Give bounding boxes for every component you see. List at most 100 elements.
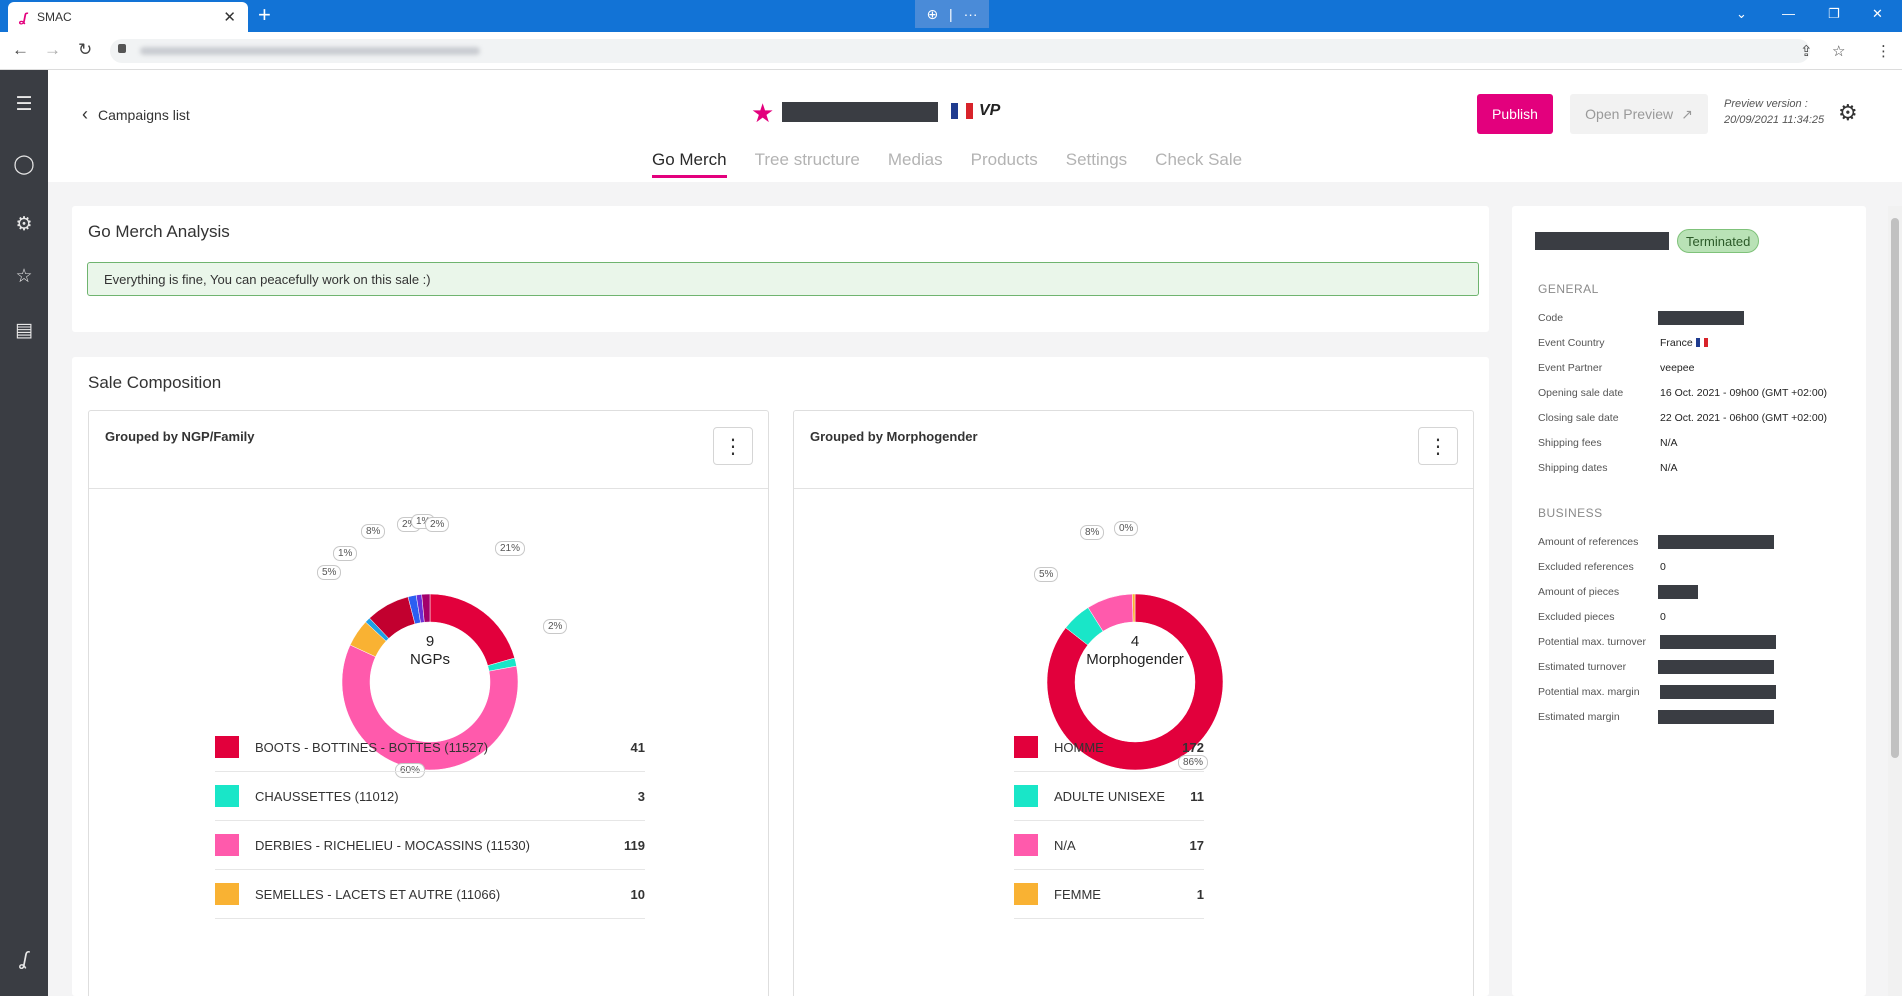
bookmark-icon[interactable]: ☆	[1832, 42, 1845, 60]
morpho-count-label: Morphogender	[1086, 651, 1184, 668]
campaigns-list-link[interactable]: ‹ Campaigns list	[82, 104, 190, 125]
info-label: Opening sale date	[1538, 387, 1624, 399]
app-header: ‹ Campaigns list ★ VP Publish Open Previ…	[48, 70, 1902, 182]
smac-logo-icon: ʆ	[20, 9, 27, 25]
morpho-options-icon[interactable]: ⋮	[1418, 427, 1458, 465]
ngp-options-icon[interactable]: ⋮	[713, 427, 753, 465]
legend-label: FEMME	[1054, 886, 1101, 902]
info-value: 16 Oct. 2021 - 09h00 (GMT +02:00)	[1660, 387, 1828, 399]
ngp-count-label: NGPs	[409, 651, 450, 668]
business-section-title: BUSINESS	[1538, 506, 1603, 520]
info-value: N/A	[1660, 462, 1678, 474]
user-icon[interactable]: ◯	[12, 152, 36, 176]
chevron-left-icon: ‹	[82, 104, 88, 124]
back-icon[interactable]: ←	[12, 40, 29, 60]
ngp-pct-label: 5%	[317, 565, 342, 580]
list-item: SEMELLES - LACETS ET AUTRE (11066) 10	[215, 870, 645, 919]
close-tab-icon[interactable]: ✕	[223, 8, 236, 26]
morpho-pct-label: 0%	[1114, 521, 1139, 536]
legend-label: BOOTS - BOTTINES - BOTTES (11527)	[255, 739, 489, 755]
forward-icon[interactable]: →	[44, 40, 61, 60]
info-label: Potential max. turnover	[1538, 636, 1646, 648]
sale-title-redacted	[782, 102, 938, 122]
reload-icon[interactable]: ↻	[78, 40, 92, 60]
list-item: DERBIES - RICHELIEU - MOCASSINS (11530) …	[215, 821, 645, 870]
open-preview-button[interactable]: Open Preview ↗	[1570, 94, 1708, 134]
legend-swatch	[1014, 736, 1038, 758]
info-label: Estimated margin	[1538, 711, 1620, 723]
info-value: 0	[1660, 611, 1666, 623]
legend-swatch	[215, 834, 239, 856]
info-value: veepee	[1660, 362, 1695, 374]
info-label: Estimated turnover	[1538, 661, 1627, 673]
composition-title: Sale Composition	[88, 373, 222, 392]
ngp-pct-label: 2%	[543, 619, 568, 634]
brand-icon[interactable]: ʆ	[12, 948, 36, 972]
redacted-value	[1658, 660, 1774, 674]
page-scrollbar[interactable]	[1888, 206, 1902, 996]
scrollbar-thumb[interactable]	[1891, 218, 1899, 758]
tab-search-icon[interactable]: ⌄	[1736, 6, 1747, 22]
list-item: CHAUSSETTES (11012) 3	[215, 772, 645, 821]
morpho-count: 4	[1130, 633, 1140, 650]
left-rail: ☰ ◯ ⚙ ☆ ▤ ʆ	[0, 70, 48, 996]
legend-swatch	[215, 883, 239, 905]
more-icon[interactable]: ···	[964, 6, 978, 22]
menu-icon[interactable]: ☰	[12, 92, 36, 116]
stack-icon[interactable]: ▤	[12, 318, 36, 342]
legend-value: 11	[1190, 788, 1204, 804]
status-badge: Terminated	[1677, 229, 1760, 253]
new-tab-button[interactable]: +	[258, 4, 271, 26]
restore-icon[interactable]: ❐	[1828, 6, 1840, 22]
preview-version-label: Preview version :	[1724, 98, 1808, 110]
tab-go-merch[interactable]: Go Merch	[638, 150, 741, 178]
legend-label: SEMELLES - LACETS ET AUTRE (11066)	[255, 886, 501, 902]
ngp-center: 9 NGPs	[380, 633, 480, 669]
legend-value: 3	[637, 788, 645, 804]
settings-icon[interactable]: ⚙	[12, 212, 36, 236]
info-label: Amount of pieces	[1538, 586, 1620, 598]
legend-label: CHAUSSETTES (11012)	[255, 788, 399, 804]
tab-products[interactable]: Products	[957, 150, 1052, 178]
tab-tree-structure[interactable]: Tree structure	[741, 150, 874, 178]
composition-card: Sale Composition Grouped by NGP/Family ⋮…	[72, 357, 1489, 996]
info-label: Closing sale date	[1538, 412, 1619, 424]
ngp-pct-label: 8%	[361, 524, 386, 539]
info-label: Code	[1538, 312, 1564, 324]
redacted-value	[1658, 710, 1774, 724]
close-window-icon[interactable]: ✕	[1872, 6, 1883, 22]
vp-label: VP	[979, 102, 1001, 119]
lock-icon	[118, 44, 126, 53]
share-icon[interactable]: ⇪	[1800, 42, 1813, 60]
legend-swatch	[1014, 785, 1038, 807]
tab-medias[interactable]: Medias	[874, 150, 957, 178]
browser-menu-icon[interactable]: ⋮	[1876, 42, 1891, 60]
zoom-icon[interactable]: ⊕	[926, 6, 938, 23]
ngp-pct-label: 1%	[333, 546, 358, 561]
browser-tab-bar: ʆ SMAC ✕ + ⊕ | ··· ⌄ — ❐ ✕	[0, 0, 1902, 32]
list-item: FEMME 1	[1014, 870, 1204, 919]
info-label: Excluded references	[1538, 561, 1634, 573]
browser-tab[interactable]: ʆ SMAC ✕	[8, 2, 248, 32]
tab-settings[interactable]: Settings	[1052, 150, 1141, 178]
redacted-value	[1658, 311, 1744, 325]
zoom-chip[interactable]: ⊕ | ···	[915, 0, 989, 28]
minimize-icon[interactable]: —	[1782, 6, 1795, 21]
redacted-value	[1660, 685, 1776, 699]
list-item: HOMME 172	[1014, 723, 1204, 772]
favorite-star-icon[interactable]: ★	[751, 98, 774, 129]
info-label: Shipping dates	[1538, 462, 1608, 474]
gear-icon[interactable]: ⚙	[1838, 100, 1858, 126]
legend-value: 172	[1182, 739, 1204, 755]
publish-button[interactable]: Publish	[1477, 94, 1553, 134]
info-value: 0	[1660, 561, 1666, 573]
tab-check-sale[interactable]: Check Sale	[1141, 150, 1256, 178]
ngp-card-title: Grouped by NGP/Family	[105, 429, 255, 444]
france-flag-icon	[1695, 338, 1708, 347]
ngp-count: 9	[425, 633, 435, 650]
legend-value: 10	[630, 886, 645, 902]
redacted-value	[1658, 585, 1698, 599]
star-icon[interactable]: ☆	[12, 264, 36, 288]
legend-value: 1	[1196, 886, 1204, 902]
redacted-value	[1658, 535, 1774, 549]
